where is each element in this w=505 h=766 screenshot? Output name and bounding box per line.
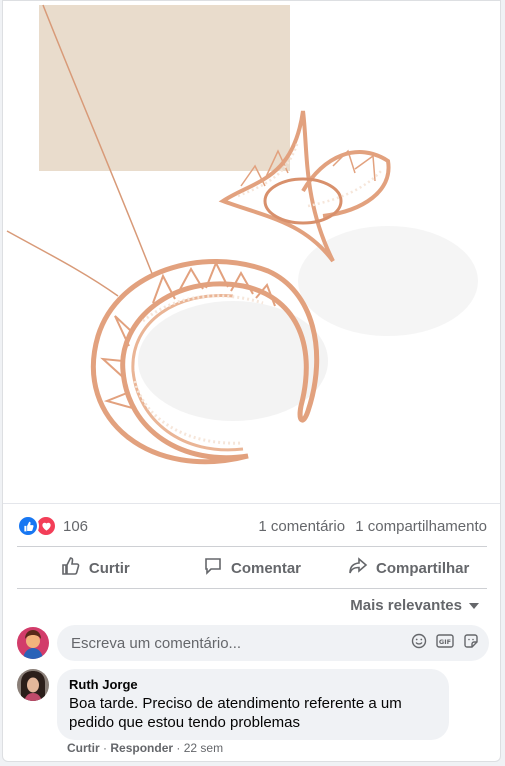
share-button[interactable]: Compartilhar bbox=[330, 550, 487, 586]
comment-input[interactable] bbox=[69, 633, 411, 653]
chevron-down-icon bbox=[468, 597, 480, 614]
gif-icon[interactable]: GIF bbox=[436, 633, 454, 654]
comment-like-link[interactable]: Curtir bbox=[67, 741, 100, 755]
like-label: Curtir bbox=[88, 559, 130, 577]
comment-time[interactable]: 22 sem bbox=[184, 741, 223, 755]
separator: · bbox=[176, 741, 181, 755]
comment-composer: GIF bbox=[17, 625, 489, 661]
divider bbox=[17, 546, 487, 547]
comment-item: Ruth Jorge Boa tarde. Preciso de atendim… bbox=[17, 669, 489, 740]
comment-author[interactable]: Ruth Jorge bbox=[69, 677, 437, 692]
post-stats: 106 1 comentário 1 compartilhamento bbox=[17, 513, 487, 539]
share-icon bbox=[348, 556, 368, 580]
sort-label: Mais relevantes bbox=[350, 597, 462, 614]
sticker-icon[interactable] bbox=[463, 633, 479, 654]
shares-count[interactable]: 1 compartilhamento bbox=[355, 518, 487, 535]
comment-button[interactable]: Comentar bbox=[174, 550, 331, 586]
comment-meta: Curtir · Responder · 22 sem bbox=[67, 741, 223, 755]
comment-bubble: Ruth Jorge Boa tarde. Preciso de atendim… bbox=[57, 669, 449, 740]
like-icon bbox=[17, 515, 39, 537]
divider bbox=[17, 588, 487, 589]
thumbs-up-icon bbox=[61, 556, 81, 580]
separator: · bbox=[103, 741, 108, 755]
reactions-count: 106 bbox=[63, 517, 89, 535]
comment-text: Boa tarde. Preciso de atendimento refere… bbox=[69, 695, 402, 731]
comment-label: Comentar bbox=[231, 559, 302, 577]
avatar[interactable] bbox=[17, 627, 49, 659]
like-button[interactable]: Curtir bbox=[17, 550, 174, 586]
jewelry-image bbox=[6, 4, 478, 465]
comment-reply-link[interactable]: Responder bbox=[110, 741, 173, 755]
comments-count[interactable]: 1 comentário bbox=[258, 518, 345, 535]
svg-text:GIF: GIF bbox=[439, 638, 451, 646]
post-photo[interactable] bbox=[3, 1, 500, 504]
emoji-icon[interactable] bbox=[411, 633, 427, 654]
avatar[interactable] bbox=[17, 669, 49, 701]
reactions-summary[interactable]: 106 bbox=[17, 515, 88, 537]
post-card: 106 1 comentário 1 compartilhamento Curt… bbox=[2, 0, 501, 762]
post-actions: Curtir Comentar Compartilhar bbox=[17, 548, 487, 588]
engagement-counts: 1 comentário 1 compartilhamento bbox=[252, 518, 487, 535]
comment-input-wrap: GIF bbox=[57, 625, 489, 661]
sort-dropdown[interactable]: Mais relevantes bbox=[350, 597, 480, 614]
share-label: Compartilhar bbox=[376, 559, 470, 577]
comment-icon bbox=[203, 556, 223, 580]
